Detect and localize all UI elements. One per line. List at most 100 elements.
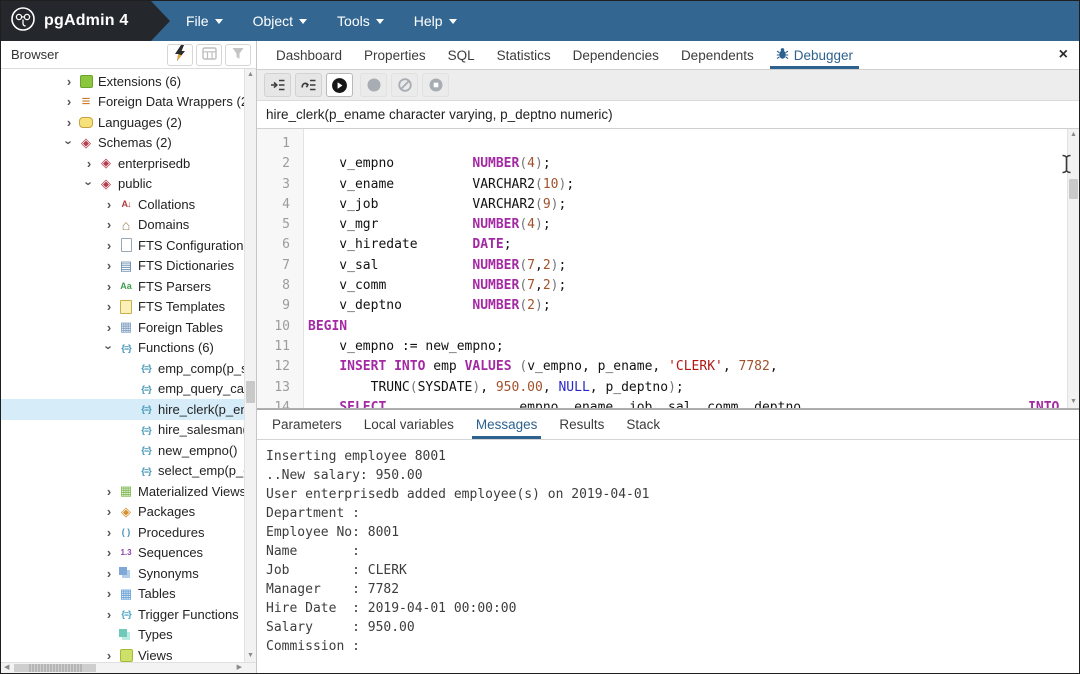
tree-item-emp-comp-p-s[interactable]: emp_comp(p_s xyxy=(1,358,244,379)
toggle-breakpoint-button[interactable] xyxy=(360,73,387,97)
tree-item-foreign-tables[interactable]: ›Foreign Tables xyxy=(1,317,244,338)
step-over-button[interactable] xyxy=(295,73,322,97)
tree-item-views[interactable]: ›Views xyxy=(1,645,244,662)
tree-scrollbar-thumb[interactable] xyxy=(246,381,255,403)
tab-sql[interactable]: SQL xyxy=(437,41,486,69)
tree-item-select-emp-p-e[interactable]: select_emp(p_e xyxy=(1,461,244,482)
menu-help[interactable]: Help xyxy=(414,13,457,29)
tree-horizontal-scrollbar[interactable]: ◀ ▶ xyxy=(1,662,256,673)
tree-item-types[interactable]: Types xyxy=(1,625,244,646)
browser-panel-title: Browser xyxy=(11,47,164,62)
chevron-collapsed-icon[interactable]: › xyxy=(61,94,77,109)
chevron-collapsed-icon[interactable]: › xyxy=(101,648,117,662)
tab-dependents[interactable]: Dependents xyxy=(670,41,765,69)
line-number: 6 xyxy=(257,235,303,255)
chevron-collapsed-icon[interactable]: › xyxy=(101,586,117,601)
chevron-collapsed-icon[interactable]: › xyxy=(101,607,117,622)
tree-item-fts-configurations[interactable]: ›FTS Configurations xyxy=(1,235,244,256)
chevron-collapsed-icon[interactable]: › xyxy=(101,197,117,212)
browser-panel-header: Browser xyxy=(1,41,256,69)
tree-item-functions-6[interactable]: ›Functions (6) xyxy=(1,338,244,359)
chevron-expanded-icon[interactable]: › xyxy=(62,135,77,151)
tab-results[interactable]: Results xyxy=(548,410,615,439)
tab-parameters[interactable]: Parameters xyxy=(261,410,353,439)
tree-item-extensions-6[interactable]: ›Extensions (6) xyxy=(1,71,244,92)
chevron-collapsed-icon[interactable]: › xyxy=(101,279,117,294)
continue-button[interactable] xyxy=(326,73,353,97)
tree-item-fts-dictionaries[interactable]: ›FTS Dictionaries xyxy=(1,256,244,277)
editor-scroll-up-arrow-icon[interactable]: ▲ xyxy=(1068,130,1079,140)
chevron-collapsed-icon[interactable]: › xyxy=(61,74,77,89)
tree-item-procedures[interactable]: ›Procedures xyxy=(1,522,244,543)
editor-scrollbar-thumb[interactable] xyxy=(1069,179,1078,199)
line-number: 9 xyxy=(257,296,303,316)
tree-item-trigger-functions[interactable]: › Trigger Functions xyxy=(1,604,244,625)
stop-button[interactable] xyxy=(422,73,449,97)
chevron-collapsed-icon[interactable]: › xyxy=(101,545,117,560)
editor-vertical-scrollbar[interactable]: ▲ ▼ xyxy=(1067,129,1079,408)
scroll-up-arrow-icon[interactable]: ▲ xyxy=(245,70,256,80)
tree-item-tables[interactable]: ›Tables xyxy=(1,584,244,605)
chevron-collapsed-icon[interactable]: › xyxy=(101,258,117,273)
tree-item-languages-2[interactable]: ›Languages (2) xyxy=(1,112,244,133)
scroll-left-arrow-icon[interactable]: ◀ xyxy=(4,663,9,673)
chevron-expanded-icon[interactable]: › xyxy=(82,176,97,192)
lightning-button[interactable] xyxy=(167,44,193,66)
tab-stack[interactable]: Stack xyxy=(615,410,671,439)
tree-vertical-scrollbar[interactable]: ▲ ▼ xyxy=(244,69,256,662)
tree-item-new-empno[interactable]: new_empno() xyxy=(1,440,244,461)
tab-properties[interactable]: Properties xyxy=(353,41,437,69)
tree-item-hire-clerk-p-en[interactable]: hire_clerk(p_en xyxy=(1,399,244,420)
tab-dependencies[interactable]: Dependencies xyxy=(562,41,670,69)
tree-item-sequences[interactable]: ›Sequences xyxy=(1,543,244,564)
tree-item-public[interactable]: ›public xyxy=(1,174,244,195)
tree-item-fts-templates[interactable]: ›FTS Templates xyxy=(1,297,244,318)
tree-item-hire-salesman[interactable]: hire_salesman( xyxy=(1,420,244,441)
clear-all-breakpoints-button[interactable] xyxy=(391,73,418,97)
chevron-collapsed-icon[interactable]: › xyxy=(101,484,117,499)
tree-item-synonyms[interactable]: ›Synonyms xyxy=(1,563,244,584)
menu-file[interactable]: File xyxy=(186,13,223,29)
tree-item-packages[interactable]: ›Packages xyxy=(1,502,244,523)
chevron-collapsed-icon[interactable]: › xyxy=(101,525,117,540)
tab-messages[interactable]: Messages xyxy=(465,410,549,439)
editor-scroll-down-arrow-icon[interactable]: ▼ xyxy=(1068,397,1079,407)
tree-item-foreign-data-wrappers-2[interactable]: ›Foreign Data Wrappers (2 xyxy=(1,92,244,113)
step-into-button[interactable] xyxy=(264,73,291,97)
code-area[interactable]: v_empno NUMBER(4); v_ename VARCHAR2(10);… xyxy=(304,129,1079,408)
chevron-collapsed-icon[interactable]: › xyxy=(101,299,117,314)
tree-item-label: hire_clerk(p_en xyxy=(155,402,244,417)
sequence-icon xyxy=(117,545,135,561)
tree-item-label: Trigger Functions xyxy=(135,607,239,622)
close-panel-button[interactable]: × xyxy=(1059,47,1068,63)
chevron-collapsed-icon[interactable]: › xyxy=(101,504,117,519)
tree-item-collations[interactable]: ›Collations xyxy=(1,194,244,215)
scroll-down-arrow-icon[interactable]: ▼ xyxy=(245,651,256,661)
chevron-collapsed-icon[interactable]: › xyxy=(81,156,97,171)
tree-item-emp-query-cal[interactable]: emp_query_cal xyxy=(1,379,244,400)
chevron-collapsed-icon[interactable]: › xyxy=(101,320,117,335)
tab-statistics[interactable]: Statistics xyxy=(486,41,562,69)
menu-tools[interactable]: Tools xyxy=(337,13,384,29)
tab-dashboard[interactable]: Dashboard xyxy=(265,41,353,69)
app-title: pgAdmin 4 xyxy=(44,12,128,30)
line-number: 3 xyxy=(257,175,303,195)
menu-object[interactable]: Object xyxy=(253,13,307,29)
chevron-collapsed-icon[interactable]: › xyxy=(101,217,117,232)
tree-item-domains[interactable]: ›Domains xyxy=(1,215,244,236)
tree-hscrollbar-thumb[interactable] xyxy=(14,664,96,672)
tab-local-variables[interactable]: Local variables xyxy=(353,410,465,439)
chevron-collapsed-icon[interactable]: › xyxy=(101,566,117,581)
tree-item-fts-parsers[interactable]: ›FTS Parsers xyxy=(1,276,244,297)
code-editor[interactable]: 1234567891011121314 v_empno NUMBER(4); v… xyxy=(257,129,1079,409)
tree-item-materialized-views[interactable]: ›Materialized Views xyxy=(1,481,244,502)
tree-item-schemas-2[interactable]: ›Schemas (2) xyxy=(1,133,244,154)
scroll-right-arrow-icon[interactable]: ▶ xyxy=(237,663,242,673)
chevron-collapsed-icon[interactable]: › xyxy=(101,238,117,253)
tab-debugger[interactable]: Debugger xyxy=(765,41,864,69)
grid-button[interactable] xyxy=(196,44,222,66)
filter-button[interactable] xyxy=(225,44,251,66)
chevron-expanded-icon[interactable]: › xyxy=(102,340,117,356)
chevron-collapsed-icon[interactable]: › xyxy=(61,115,77,130)
tree-item-enterprisedb[interactable]: ›enterprisedb xyxy=(1,153,244,174)
